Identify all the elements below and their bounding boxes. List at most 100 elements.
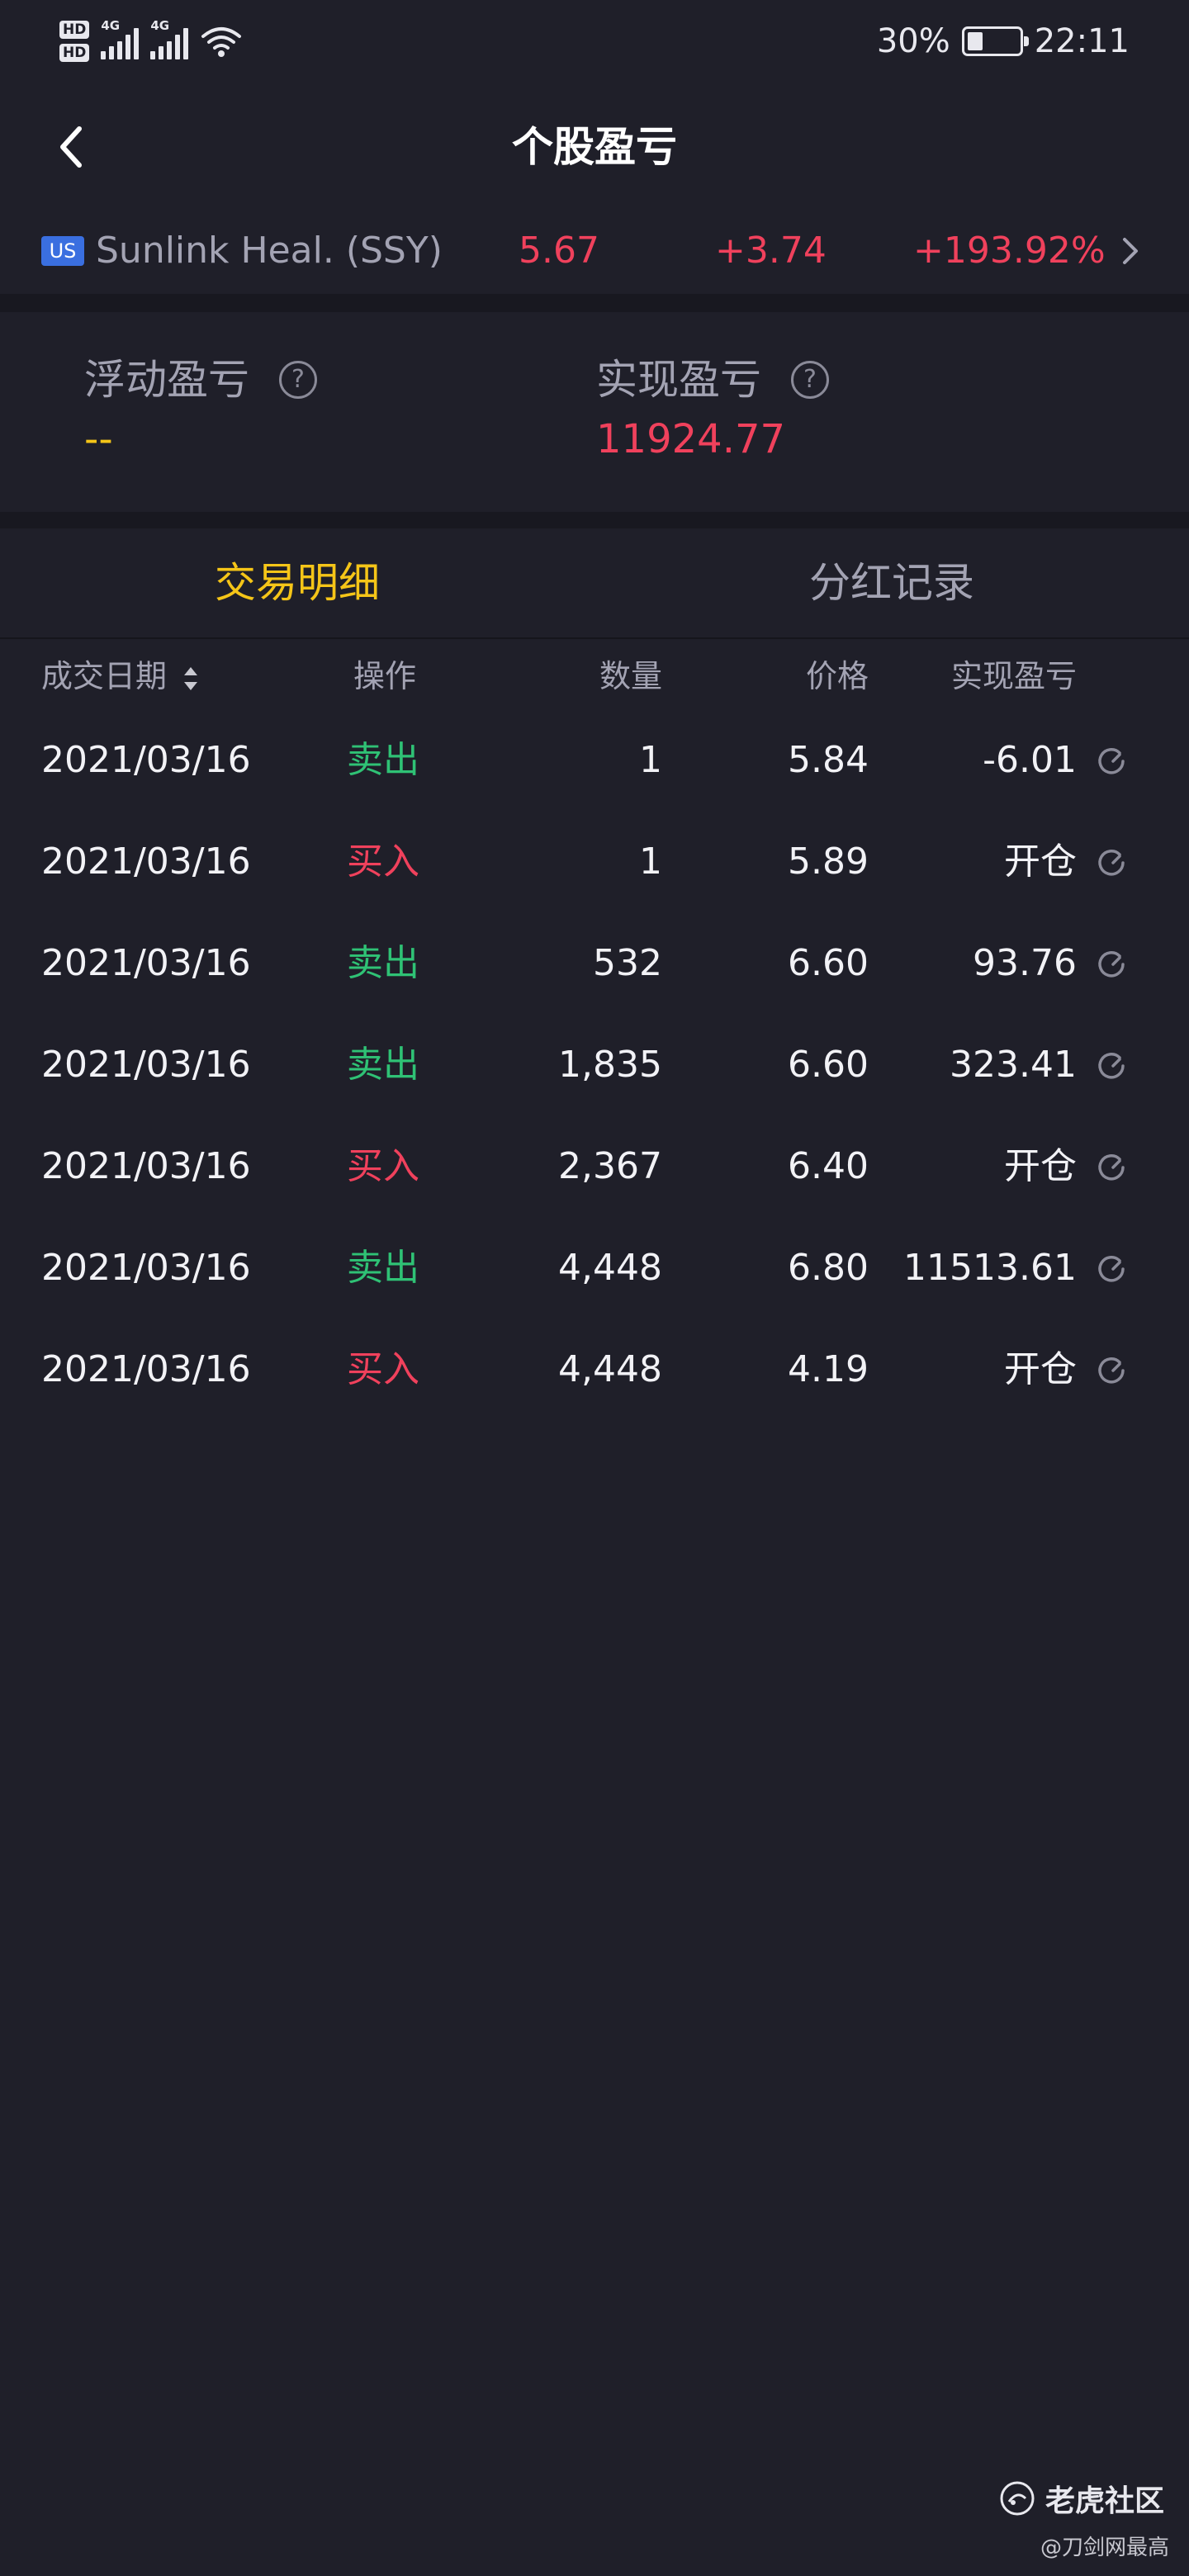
table-row[interactable]: 2021/03/16 买入 2,367 6.40 开仓 bbox=[0, 1116, 1189, 1218]
battery-percent: 30% bbox=[876, 22, 950, 60]
clock: 22:11 bbox=[1034, 22, 1130, 60]
trade-realized-pnl: 93.76 bbox=[973, 942, 1077, 984]
trade-table: 2021/03/16 卖出 1 5.84 -6.01 2021/03/16 买入 1 5.89 开… bbox=[0, 710, 1189, 1421]
trade-price: 6.60 bbox=[788, 942, 869, 984]
trade-quantity: 4,448 bbox=[558, 1348, 662, 1390]
watermark-user: @刀剑网最高 bbox=[1040, 2536, 1169, 2560]
market-badge: US bbox=[41, 236, 84, 266]
network-type-label: 4G bbox=[101, 18, 121, 33]
stock-name: Sunlink Heal. (SSY) bbox=[96, 230, 443, 272]
refresh-icon[interactable] bbox=[1095, 745, 1128, 778]
stock-price: 5.67 bbox=[519, 230, 599, 272]
trade-quantity: 2,367 bbox=[558, 1145, 662, 1187]
refresh-icon[interactable] bbox=[1095, 846, 1128, 879]
trade-date: 2021/03/16 bbox=[41, 1247, 251, 1289]
trade-date: 2021/03/16 bbox=[41, 841, 251, 883]
signal-indicators: HD HD 4G 4G bbox=[59, 15, 243, 68]
trade-price: 6.80 bbox=[788, 1247, 869, 1289]
floating-pnl-label: 浮动盈亏 bbox=[84, 356, 249, 404]
table-header: 成交日期 操作 数量 价格 实现盈亏 bbox=[0, 651, 1189, 702]
header-operation: 操作 bbox=[353, 658, 417, 694]
header-date-label: 成交日期 bbox=[41, 658, 168, 694]
trade-date: 2021/03/16 bbox=[41, 1348, 251, 1390]
chevron-left-icon bbox=[60, 126, 82, 168]
trade-quantity: 1,835 bbox=[558, 1044, 662, 1086]
status-right: 30% 22:11 bbox=[877, 18, 1130, 64]
trade-realized-pnl: 开仓 bbox=[1004, 841, 1077, 883]
refresh-icon[interactable] bbox=[1095, 1151, 1128, 1184]
signal-strength-icon: 4G bbox=[101, 18, 140, 59]
tab-bar: 交易明细 分红记录 bbox=[0, 528, 1189, 639]
page-title: 个股盈亏 bbox=[512, 123, 677, 171]
trade-operation: 卖出 bbox=[347, 1247, 419, 1289]
realized-pnl-value: 11924.77 bbox=[596, 416, 786, 462]
trade-realized-pnl: 开仓 bbox=[1004, 1145, 1077, 1187]
refresh-icon[interactable] bbox=[1095, 1354, 1128, 1387]
header-quantity: 数量 bbox=[599, 658, 662, 694]
trade-operation: 卖出 bbox=[347, 739, 419, 781]
trade-quantity: 4,448 bbox=[558, 1247, 662, 1289]
trade-operation: 买入 bbox=[347, 1145, 419, 1187]
trade-operation: 买入 bbox=[347, 841, 419, 883]
network-type-label: 4G bbox=[150, 18, 170, 33]
trade-date: 2021/03/16 bbox=[41, 1044, 251, 1086]
floating-pnl-value: -- bbox=[84, 416, 113, 462]
wifi-icon bbox=[201, 27, 242, 57]
refresh-icon[interactable] bbox=[1095, 1252, 1128, 1286]
section-divider bbox=[0, 294, 1189, 312]
header-realized-pnl: 实现盈亏 bbox=[950, 658, 1077, 694]
trade-realized-pnl: -6.01 bbox=[983, 739, 1077, 781]
refresh-icon[interactable] bbox=[1095, 948, 1128, 981]
trade-operation: 卖出 bbox=[347, 1044, 419, 1086]
trade-realized-pnl: 开仓 bbox=[1004, 1348, 1077, 1390]
trade-quantity: 1 bbox=[639, 739, 662, 781]
trade-operation: 卖出 bbox=[347, 942, 419, 984]
sim1-hd-badge: HD bbox=[59, 21, 90, 39]
realized-pnl-label: 实现盈亏 bbox=[596, 356, 761, 404]
trade-price: 5.84 bbox=[788, 739, 869, 781]
battery-icon bbox=[961, 26, 1029, 56]
trade-date: 2021/03/16 bbox=[41, 1145, 251, 1187]
page: HD HD 4G 4G 30% 22:11 个股盈亏 US Sunlink He… bbox=[0, 0, 1189, 2576]
question-circle-icon[interactable]: ? bbox=[791, 361, 829, 399]
chevron-right-icon[interactable] bbox=[1115, 233, 1144, 269]
header-price: 价格 bbox=[805, 658, 869, 694]
realized-pnl-block: 实现盈亏 ? 11924.77 bbox=[596, 353, 829, 466]
table-row[interactable]: 2021/03/16 卖出 532 6.60 93.76 bbox=[0, 913, 1189, 1015]
stock-summary-row[interactable]: US Sunlink Heal. (SSY) 5.67 +3.74 +193.9… bbox=[0, 216, 1189, 291]
watermark: 老虎社区 bbox=[999, 2477, 1164, 2520]
table-row[interactable]: 2021/03/16 买入 1 5.89 开仓 bbox=[0, 812, 1189, 913]
stock-change: +3.74 bbox=[715, 230, 827, 272]
tiger-logo-icon bbox=[1000, 2481, 1035, 2516]
trade-quantity: 532 bbox=[593, 942, 662, 984]
table-row[interactable]: 2021/03/16 卖出 1 5.84 -6.01 bbox=[0, 710, 1189, 812]
tab-trade-details[interactable]: 交易明细 bbox=[0, 553, 594, 613]
header-date[interactable]: 成交日期 bbox=[41, 651, 200, 702]
nav-bar: 个股盈亏 bbox=[0, 97, 1189, 197]
trade-realized-pnl: 11513.61 bbox=[903, 1247, 1077, 1289]
pnl-summary: 浮动盈亏 ? -- 实现盈亏 ? 11924.77 bbox=[0, 310, 1189, 512]
trade-price: 6.60 bbox=[788, 1044, 869, 1086]
tab-dividend-records[interactable]: 分红记录 bbox=[594, 553, 1189, 613]
question-circle-icon[interactable]: ? bbox=[279, 361, 317, 399]
trade-price: 5.89 bbox=[788, 841, 869, 883]
table-row[interactable]: 2021/03/16 买入 4,448 4.19 开仓 bbox=[0, 1319, 1189, 1421]
signal-strength-icon: 4G bbox=[150, 18, 189, 59]
table-row[interactable]: 2021/03/16 卖出 1,835 6.60 323.41 bbox=[0, 1015, 1189, 1116]
trade-realized-pnl: 323.41 bbox=[950, 1044, 1077, 1086]
refresh-icon[interactable] bbox=[1095, 1049, 1128, 1082]
watermark-brand: 老虎社区 bbox=[1045, 2484, 1164, 2518]
trade-quantity: 1 bbox=[639, 841, 662, 883]
trade-price: 4.19 bbox=[788, 1348, 869, 1390]
trade-operation: 买入 bbox=[347, 1348, 419, 1390]
table-row[interactable]: 2021/03/16 卖出 4,448 6.80 11513.61 bbox=[0, 1218, 1189, 1319]
status-bar: HD HD 4G 4G 30% 22:11 bbox=[0, 0, 1189, 83]
stock-change-percent: +193.92% bbox=[913, 230, 1106, 272]
sort-icon[interactable] bbox=[182, 662, 200, 695]
trade-date: 2021/03/16 bbox=[41, 942, 251, 984]
section-divider bbox=[0, 512, 1189, 528]
back-button[interactable] bbox=[43, 119, 99, 175]
trade-date: 2021/03/16 bbox=[41, 739, 251, 781]
sim2-hd-badge: HD bbox=[59, 44, 90, 62]
floating-pnl-block: 浮动盈亏 ? -- bbox=[84, 353, 317, 466]
